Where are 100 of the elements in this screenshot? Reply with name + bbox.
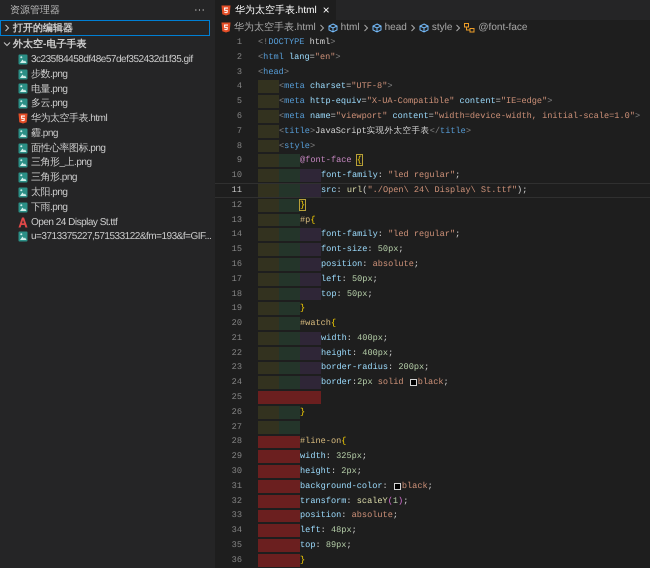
line-number: 9 — [236, 154, 243, 168]
code-text: <style> — [279, 140, 316, 152]
line-number: 18 — [230, 288, 243, 300]
code-text: height: 2px; — [300, 465, 362, 478]
image-file-icon — [18, 202, 28, 213]
file-item[interactable]: 太阳.png — [0, 185, 215, 200]
code-text: font-size: 50px; — [321, 243, 404, 256]
line-number: 8 — [236, 140, 243, 152]
symbol-icon — [464, 22, 476, 32]
code-text: #line-on{ — [300, 435, 346, 448]
file-item[interactable]: 步数.png — [0, 66, 215, 82]
font-file-icon — [18, 216, 28, 228]
chevron-down-icon — [2, 40, 12, 48]
file-item[interactable]: u=3713375227,571533122&fm=193&f=GIF... — [0, 230, 215, 244]
line-number: 15 — [230, 243, 243, 256]
code-text: left: 48px; — [300, 524, 357, 538]
line-number: 20 — [230, 317, 243, 330]
line-number: 17 — [230, 272, 243, 286]
line-number: 22 — [230, 346, 243, 360]
code-text: } — [300, 554, 306, 567]
image-file-icon — [18, 68, 28, 80]
file-item[interactable]: 霾.png — [0, 126, 215, 141]
line-number: 6 — [236, 110, 243, 123]
code-text: black; — [418, 376, 449, 390]
file-item[interactable]: 下雨.png — [0, 200, 215, 215]
code-text: #p{ — [300, 214, 316, 226]
more-actions-button[interactable]: ··· — [194, 4, 205, 16]
close-tab-button[interactable]: × — [322, 4, 330, 16]
line-number: 12 — [230, 198, 243, 212]
code-text: border-radius: 200px; — [321, 361, 430, 374]
code-text: } — [300, 198, 306, 212]
html-file-icon — [18, 113, 28, 124]
line-number: 7 — [236, 124, 243, 138]
line-number: 16 — [230, 258, 243, 271]
breadcrumb-item[interactable]: head — [372, 20, 407, 35]
line-number: 28 — [230, 435, 243, 448]
file-item[interactable]: 面性心率图标.png — [0, 140, 215, 156]
code-text: <!DOCTYPE html> — [258, 36, 336, 49]
editor-tab[interactable]: 华为太空手表.html × — [215, 0, 336, 20]
line-number: 4 — [236, 80, 243, 94]
breadcrumb-item[interactable]: @font-face — [464, 20, 528, 35]
code-text: #watch{ — [300, 317, 336, 330]
image-file-icon — [18, 83, 28, 94]
file-item[interactable]: Open 24 Display St.ttf — [0, 214, 215, 230]
line-number: 31 — [230, 480, 243, 493]
code-text: <title>JavaScript实现外太空手表</title> — [279, 124, 472, 138]
image-file-icon — [18, 187, 28, 198]
breadcrumb-item[interactable]: style — [418, 20, 452, 35]
line-number: 14 — [230, 228, 243, 242]
chevron-right-icon — [455, 24, 462, 32]
code-text: font-family: "led regular"; — [321, 169, 460, 182]
line-number: 13 — [230, 214, 243, 226]
cube-icon — [328, 22, 338, 32]
code-text: background-color: — [300, 480, 389, 493]
line-number: 3 — [236, 66, 243, 78]
chevron-right-icon — [410, 24, 416, 32]
line-number: 25 — [230, 391, 243, 404]
file-item[interactable]: 华为太空手表.html — [0, 111, 215, 126]
breadcrumb-item[interactable]: html — [328, 20, 360, 35]
image-file-icon — [18, 142, 28, 154]
line-number: 34 — [230, 524, 243, 538]
image-file-icon — [18, 98, 28, 110]
file-item[interactable]: 电量.png — [0, 82, 215, 96]
breadcrumb-item[interactable]: 华为太空手表.html — [221, 20, 316, 35]
file-item[interactable]: 三角形_上.png — [0, 156, 215, 170]
file-item[interactable]: 3c235f84458df48e57def352432d1f35.gif — [0, 52, 215, 67]
line-number: 29 — [230, 450, 243, 464]
code-text: <meta http-equiv="X-UA-Compatible" content="IE=edge"> — [279, 95, 552, 108]
line-number: 19 — [230, 302, 243, 316]
code-text: width: 325px; — [300, 450, 368, 464]
line-number: 10 — [230, 169, 243, 182]
file-item[interactable]: 三角形.png — [0, 170, 215, 186]
code-text: <meta name="viewport" content="width=device-width, initial-scale=1.0"> — [279, 110, 640, 123]
line-number: 21 — [230, 332, 243, 345]
code-text: } — [300, 406, 306, 419]
line-number: 2 — [236, 50, 243, 64]
line-number: 11 — [230, 184, 243, 197]
line-number: 32 — [230, 494, 243, 508]
code-text: left: 50px; — [321, 272, 378, 286]
code-text: @font-face { — [300, 154, 362, 168]
code-text: border:2px solid — [321, 376, 405, 390]
cube-icon — [418, 22, 429, 32]
line-number: 33 — [230, 509, 243, 522]
image-file-icon — [18, 231, 28, 242]
code-text: transform: scaleY(1); — [300, 494, 408, 508]
code-text: position: absolute; — [300, 509, 398, 522]
code-text: <meta charset="UTF-8"> — [279, 80, 393, 94]
code-text: position: absolute; — [321, 258, 420, 271]
line-number: 36 — [230, 554, 243, 567]
image-file-icon — [18, 157, 28, 168]
file-item[interactable]: 多云.png — [0, 96, 215, 112]
code-text: } — [300, 302, 306, 316]
line-number: 35 — [230, 539, 243, 552]
section-header[interactable]: 外太空-电子手表 — [0, 36, 215, 52]
line-number: 30 — [230, 465, 243, 478]
image-file-icon — [18, 128, 28, 139]
chevron-right-icon — [2, 24, 12, 32]
chevron-right-icon — [318, 24, 325, 32]
panel-title: 资源管理器 — [10, 4, 60, 18]
section-header[interactable]: 打开的编辑器 — [0, 20, 210, 36]
